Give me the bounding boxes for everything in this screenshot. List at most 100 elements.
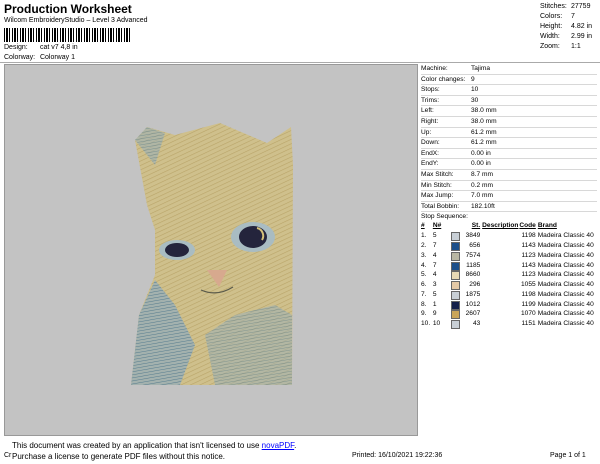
color-swatch-cell [450, 290, 461, 300]
stop-row: 8. 1 1012 1199 Madeira Classic 40 [421, 300, 597, 310]
summary-label: Height: [540, 23, 563, 30]
summary-stats: Stitches: 27759 Colors: 7 Height: 4.82 in W… [540, 2, 592, 52]
property-row: Min Stitch: 0.2 mm [421, 181, 597, 192]
property-label: Color changes: [421, 75, 466, 83]
stop-sequence-title: Stop Sequence: [421, 213, 468, 221]
color-swatch [450, 290, 460, 300]
stop-row: 9. 9 2607 1070 Madeira Classic 40 [421, 309, 597, 320]
stop-needle: 5 [432, 232, 437, 240]
summary-label: Stitches: [540, 3, 567, 10]
summary-label: Zoom: [540, 43, 560, 50]
summary-label: Colors: [540, 13, 563, 20]
color-swatch [450, 232, 460, 242]
property-row: Left: 38.0 mm [421, 106, 597, 117]
stop-needle: 9 [432, 310, 437, 318]
property-value: 9 [471, 75, 475, 83]
property-label: Right: [421, 117, 439, 125]
stop-brand: Madeira Classic 40 [537, 290, 594, 298]
property-value: 61.2 mm [471, 128, 497, 136]
property-value: 8.7 mm [471, 170, 493, 178]
property-row: EndY: 0.00 in [421, 159, 597, 170]
stop-index: 1. [421, 232, 427, 240]
property-label: Machine: [421, 65, 448, 72]
property-row: EndX: 0.00 in [421, 149, 597, 160]
color-swatch [450, 251, 460, 261]
stop-brand: Madeira Classic 40 [537, 271, 594, 279]
property-label: Up: [421, 128, 432, 136]
summary-value: 27759 [571, 3, 591, 10]
stop-row: 4. 7 1185 1143 Madeira Classic 40 [421, 261, 597, 271]
color-swatch-cell [450, 300, 461, 310]
property-value: 10 [471, 86, 479, 94]
stop-needle: 3 [432, 281, 437, 289]
color-swatch-cell [450, 251, 461, 261]
stop-code: 1151 [521, 320, 536, 328]
color-swatch-cell [450, 231, 461, 242]
summary-value: 7 [571, 13, 575, 20]
stop-index: 9. [421, 310, 427, 318]
color-swatch [450, 300, 460, 310]
stop-needle: 4 [432, 271, 437, 279]
stop-table-header: # N# St. Description Code Brand [421, 221, 597, 231]
notice-text: This document was created by an applicat… [12, 441, 262, 450]
stop-description [482, 261, 514, 271]
property-value: 38.0 mm [471, 117, 497, 125]
stop-code: 1143 [521, 241, 536, 249]
summary-label: Width: [540, 33, 560, 40]
stop-code: 1123 [521, 271, 536, 279]
stop-code: 1123 [521, 251, 536, 259]
design-barcode [4, 28, 130, 42]
header-needle: N# [432, 222, 442, 230]
notice-line-2: Purchase a license to generate PDF files… [12, 452, 225, 461]
stop-row: 1. 5 3849 1198 Madeira Classic 40 [421, 231, 597, 242]
stop-description [482, 251, 514, 261]
property-row: Color changes: 9 [421, 75, 597, 86]
stop-description [482, 309, 514, 319]
property-row: Down: 61.2 mm [421, 138, 597, 149]
property-row: Total Bobbin: 182.10ft [421, 202, 597, 213]
design-label: Design: [4, 44, 28, 51]
property-value: 38.0 mm [471, 107, 497, 115]
header-description: Description [482, 222, 519, 230]
stop-stitches: 656 [469, 241, 481, 249]
stop-needle: 7 [432, 241, 437, 249]
property-value: Tajima [471, 65, 491, 72]
property-label: Left: [421, 107, 434, 115]
stop-stitches: 1185 [466, 261, 481, 269]
stop-brand: Madeira Classic 40 [537, 300, 594, 308]
property-value: 182.10ft [471, 202, 495, 210]
header-index: # [421, 222, 425, 230]
stop-needle: 5 [432, 290, 437, 298]
colorway-row: Colorway: Colorway 1 [4, 54, 75, 61]
summary-value: 2.99 in [571, 33, 593, 40]
stop-description [482, 241, 514, 251]
stop-brand: Madeira Classic 40 [537, 261, 594, 269]
stop-brand: Madeira Classic 40 [537, 232, 594, 240]
property-label: Max Stitch: [421, 170, 454, 178]
stop-description [482, 290, 514, 300]
stop-needle: 4 [432, 251, 437, 259]
license-notice: This document was created by an applicat… [8, 438, 308, 464]
stop-stitches: 43 [472, 320, 481, 328]
property-value: 0.00 in [471, 160, 491, 168]
stop-index: 7. [421, 290, 427, 298]
stop-table-body: 1. 5 3849 1198 Madeira Classic 40 2. 7 656 1143 M… [421, 231, 597, 330]
stop-row: 6. 3 296 1055 Madeira Classic 40 [421, 280, 597, 291]
design-preview-canvas [4, 64, 418, 436]
color-swatch [450, 310, 460, 320]
header-brand: Brand [537, 222, 557, 230]
color-swatch-cell [450, 241, 461, 251]
stop-stitches: 3849 [465, 232, 481, 240]
stop-stitches: 1875 [465, 290, 481, 298]
property-label: Min Stitch: [421, 181, 452, 189]
page-title: Production Worksheet [4, 2, 132, 16]
stop-index: 2. [421, 241, 427, 249]
novapdf-link[interactable]: novaPDF [262, 441, 294, 450]
stop-stitches: 8660 [465, 271, 481, 279]
stop-brand: Madeira Classic 40 [537, 320, 594, 328]
stop-index: 10. [421, 320, 431, 328]
property-row: Machine: Tajima [421, 64, 597, 75]
summary-row: Width: 2.99 in [540, 32, 592, 42]
summary-value: 1:1 [571, 43, 581, 50]
stop-stitches: 1012 [465, 300, 481, 308]
